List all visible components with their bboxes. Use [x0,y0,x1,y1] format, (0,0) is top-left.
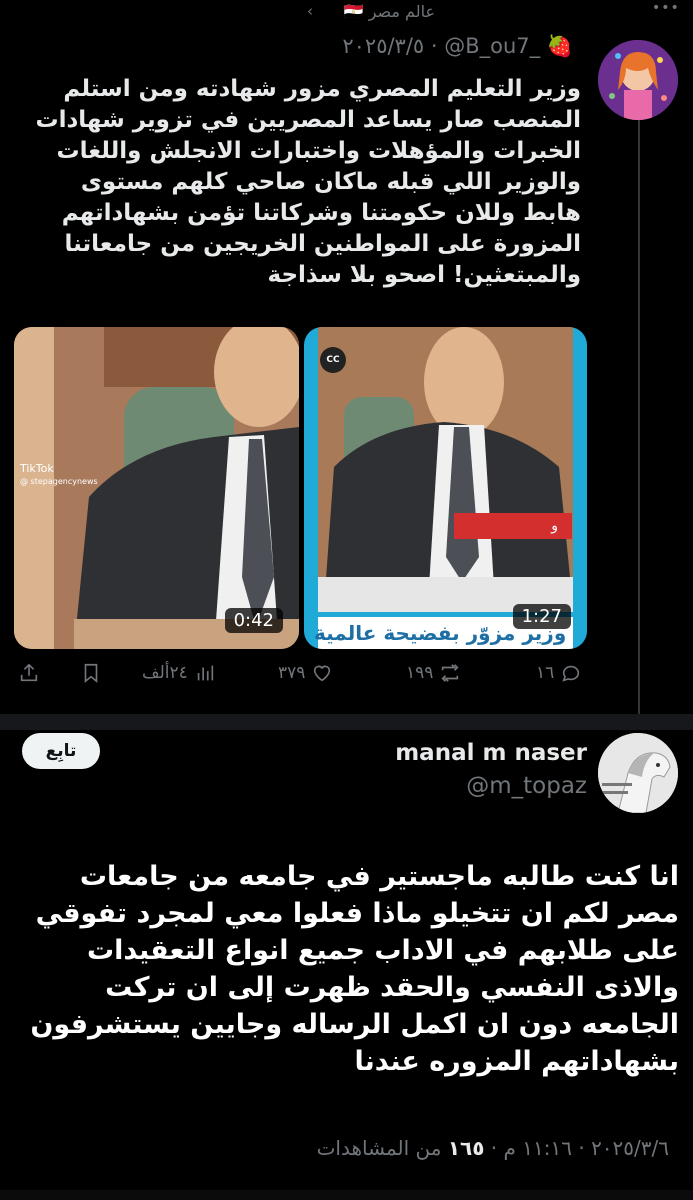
likes-count: ٣٧٩ [278,663,306,683]
tiktok-watermark: TikTok @ stepagencynews [20,462,98,487]
replies-count: ١٦ [536,663,555,683]
heart-icon [314,665,331,682]
reply-date[interactable]: ٢٠٢٥/٣/٦ [591,1136,669,1160]
reply-meta: ٢٠٢٥/٣/٦ · ١١:١٦ م · ١٦٥ من المشاهدات [316,1136,669,1160]
reply-icon [562,665,580,682]
reply-views-count: ١٦٥ [447,1136,485,1160]
reply-author-name[interactable]: manal m naser [395,740,587,766]
news-bar: و [454,513,572,539]
bookmark-button[interactable] [80,662,102,684]
action-bar: ٢٤ألف ٣٧٩ ١٩٩ ١٦ [0,662,693,692]
reposts-count: ١٩٩ [406,663,434,683]
avatar[interactable] [598,733,678,813]
chevron-left-icon: ‹ [307,2,313,20]
post-date[interactable]: ٢٠٢٥/٣/٥ [342,34,424,58]
thread-line [638,120,640,715]
bar-chart-icon [197,665,213,681]
video-thumbnail-1[interactable]: TikTok @ stepagencynews 0:42 [14,327,299,649]
post-text: وزير التعليم المصري مزور شهادته ومن استل… [35,76,581,288]
bottom-strip [0,1190,693,1200]
repost-button[interactable]: ١٩٩ [400,662,461,684]
views-button[interactable]: ٢٤ألف [136,662,216,684]
author-handle[interactable]: @B_ou7_ [444,34,540,58]
reply-time[interactable]: ١١:١٦ م [504,1136,572,1160]
views-count: ٢٤ألف [142,663,188,683]
reply-text: انا كنت طالبه ماجستير في جامعه من جامعات… [30,861,679,1077]
community-name[interactable]: عالم مصر 🇪🇬 [344,2,435,21]
divider [0,714,693,730]
more-options-icon[interactable]: ••• [652,0,680,16]
reply-author-handle[interactable]: @m_topaz [466,773,587,799]
like-button[interactable]: ٣٧٩ [272,662,333,684]
video-thumbnail-2[interactable]: CC و وزير مزوّر بفضيحة عالمية 1:27 [304,327,587,649]
share-button[interactable] [18,662,40,684]
post-header: ٢٠٢٥/٣/٥ · @B_ou7_ 🍓 [342,34,573,58]
repost-icon [441,664,459,682]
egypt-flag-icon: 🇪🇬 [343,2,364,21]
video-duration: 0:42 [224,608,283,633]
cc-badge-icon[interactable]: CC [320,347,346,373]
reply-views-label: من المشاهدات [316,1136,442,1160]
avatar[interactable] [598,40,678,120]
reply-button[interactable]: ١٦ [530,662,582,684]
follow-button[interactable]: تابِع [22,733,100,769]
bookmark-icon [84,663,98,684]
strawberry-emoji: 🍓 [546,34,573,58]
share-icon [20,663,38,682]
video-duration: 1:27 [512,604,571,629]
community-bar[interactable]: ••• ‹ عالم مصر 🇪🇬 [0,0,693,28]
